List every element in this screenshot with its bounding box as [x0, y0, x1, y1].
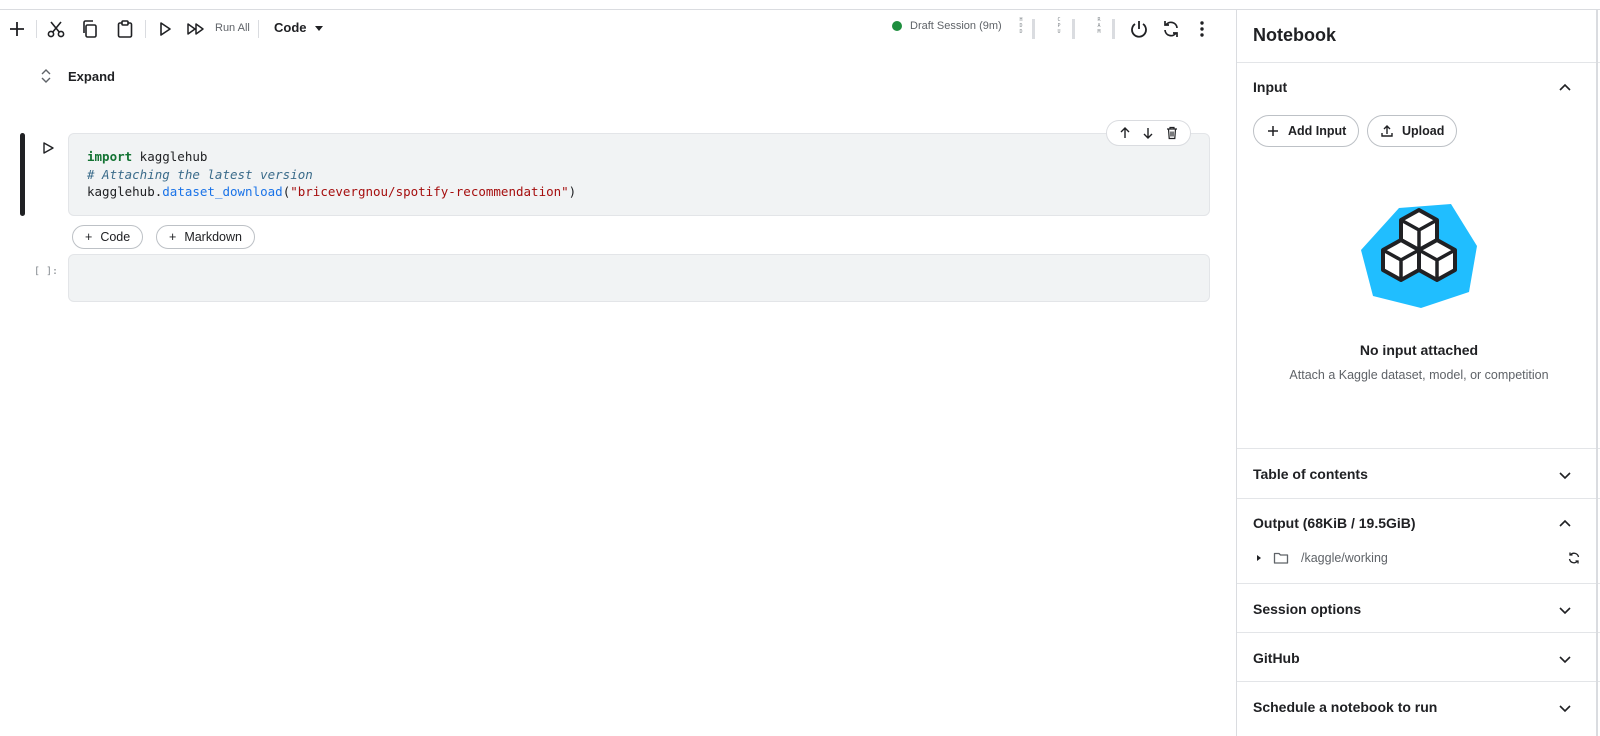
github-section-header[interactable]: GitHub	[1253, 650, 1300, 666]
side-panel-scrollbar[interactable]	[1596, 10, 1598, 736]
expand-button[interactable]: Expand	[38, 68, 115, 84]
session-options-section-header[interactable]: Session options	[1253, 601, 1361, 617]
toc-section-header[interactable]: Table of contents	[1253, 466, 1368, 482]
run-all-button[interactable]: Run All	[215, 22, 250, 34]
chevron-down-icon[interactable]	[1557, 700, 1573, 716]
divider	[1237, 498, 1600, 499]
chevron-down-icon[interactable]	[1557, 467, 1573, 483]
delete-icon[interactable]	[1165, 126, 1179, 140]
code-text: kagglehub.	[87, 184, 163, 199]
chevron-up-icon[interactable]	[1557, 80, 1573, 96]
divider	[1237, 583, 1600, 584]
chevron-down-icon	[314, 26, 323, 31]
expand-label: Expand	[68, 68, 115, 84]
move-down-icon[interactable]	[1141, 126, 1155, 140]
cpu-meter[interactable]: CPU	[1056, 17, 1080, 41]
code-line: kagglehub.dataset_download("bricevergnou…	[87, 183, 1191, 201]
refresh-icon[interactable]	[1567, 551, 1581, 565]
chevron-up-icon[interactable]	[1557, 516, 1573, 532]
session-status[interactable]: Draft Session (9m)	[892, 20, 1002, 32]
code-cell[interactable]: import kagglehub # Attaching the latest …	[68, 133, 1210, 216]
run-all-icon[interactable]	[185, 18, 207, 40]
code-keyword: import	[87, 149, 133, 164]
power-icon[interactable]	[1128, 18, 1150, 40]
add-input-label: Add Input	[1288, 124, 1347, 138]
empty-code-cell[interactable]	[68, 254, 1210, 302]
meter-bar	[1032, 19, 1035, 39]
input-section-header[interactable]: Input	[1253, 79, 1287, 95]
upload-button[interactable]: Upload	[1367, 115, 1458, 147]
plus-icon	[1268, 126, 1278, 136]
execution-count: [ ]:	[34, 266, 59, 277]
cell-toolbar	[1106, 120, 1191, 146]
divider	[1237, 632, 1600, 633]
toolbar-separator	[36, 20, 37, 38]
play-icon	[43, 142, 54, 154]
notebook-editor: Run All Code Draft Session (9m) HDD CPU …	[0, 10, 1236, 736]
meter-label: CPU	[1057, 17, 1061, 35]
chevron-down-icon[interactable]	[1557, 602, 1573, 618]
add-code-cell-button[interactable]: + Code	[72, 225, 144, 249]
run-cell-icon[interactable]	[154, 18, 176, 40]
plus-icon: +	[169, 230, 177, 244]
move-up-icon[interactable]	[1118, 126, 1132, 140]
empty-input-cubes-illustration	[1361, 204, 1477, 308]
code-function: dataset_download	[162, 184, 283, 199]
meter-bar	[1072, 19, 1075, 39]
code-text: )	[568, 184, 577, 199]
more-options-icon[interactable]	[1191, 18, 1213, 40]
notebook-toolbar: Run All Code Draft Session (9m) HDD CPU …	[0, 10, 1236, 48]
meter-label: HDD	[1019, 17, 1023, 35]
cut-icon[interactable]	[45, 18, 67, 40]
divider	[1237, 681, 1600, 682]
meter-label: RAM	[1097, 17, 1101, 35]
ram-meter[interactable]: RAM	[1096, 17, 1120, 41]
add-markdown-label: Markdown	[184, 230, 242, 244]
code-line: import kagglehub	[87, 148, 1191, 166]
no-input-subtitle: Attach a Kaggle dataset, model, or compe…	[1289, 368, 1549, 382]
chevron-down-icon[interactable]	[1557, 651, 1573, 667]
output-section-header[interactable]: Output (68KiB / 19.5GiB)	[1253, 515, 1416, 531]
schedule-section-header[interactable]: Schedule a notebook to run	[1253, 699, 1437, 715]
notebook-side-panel: Notebook Input Add Input Upload No input…	[1236, 10, 1600, 736]
no-input-title: No input attached	[1359, 342, 1479, 358]
code-text: kagglehub	[132, 149, 208, 164]
toolbar-separator	[145, 20, 146, 38]
cell-type-label: Code	[274, 20, 307, 35]
copy-icon[interactable]	[79, 18, 101, 40]
output-folder-row[interactable]: /kaggle/working	[1257, 550, 1388, 566]
meter-bar	[1112, 19, 1115, 39]
plus-icon: +	[85, 230, 93, 244]
add-input-button[interactable]: Add Input	[1253, 115, 1360, 147]
divider	[1237, 62, 1600, 63]
run-cell-button[interactable]	[40, 140, 56, 156]
restart-icon[interactable]	[1160, 18, 1182, 40]
expand-triangle-icon[interactable]	[1257, 555, 1261, 561]
add-markdown-cell-button[interactable]: + Markdown	[156, 225, 255, 249]
upload-label: Upload	[1402, 124, 1445, 138]
active-cell-indicator	[20, 133, 25, 216]
code-comment: # Attaching the latest version	[87, 166, 313, 182]
expand-icon	[41, 69, 51, 83]
side-panel-title: Notebook	[1253, 25, 1336, 45]
divider	[1237, 448, 1600, 449]
cell-type-select[interactable]: Code	[274, 20, 323, 35]
upload-icon	[1381, 125, 1393, 137]
toolbar-separator	[258, 20, 259, 38]
add-code-label: Code	[100, 230, 131, 244]
add-cell-icon[interactable]	[6, 18, 28, 40]
hdd-meter[interactable]: HDD	[1018, 17, 1042, 41]
session-status-label: Draft Session (9m)	[910, 20, 1002, 32]
folder-icon	[1273, 552, 1289, 564]
paste-icon[interactable]	[114, 18, 136, 40]
status-dot-icon	[892, 21, 902, 31]
output-path: /kaggle/working	[1301, 551, 1388, 565]
code-string: "bricevergnou/spotify-recommendation"	[290, 184, 569, 199]
